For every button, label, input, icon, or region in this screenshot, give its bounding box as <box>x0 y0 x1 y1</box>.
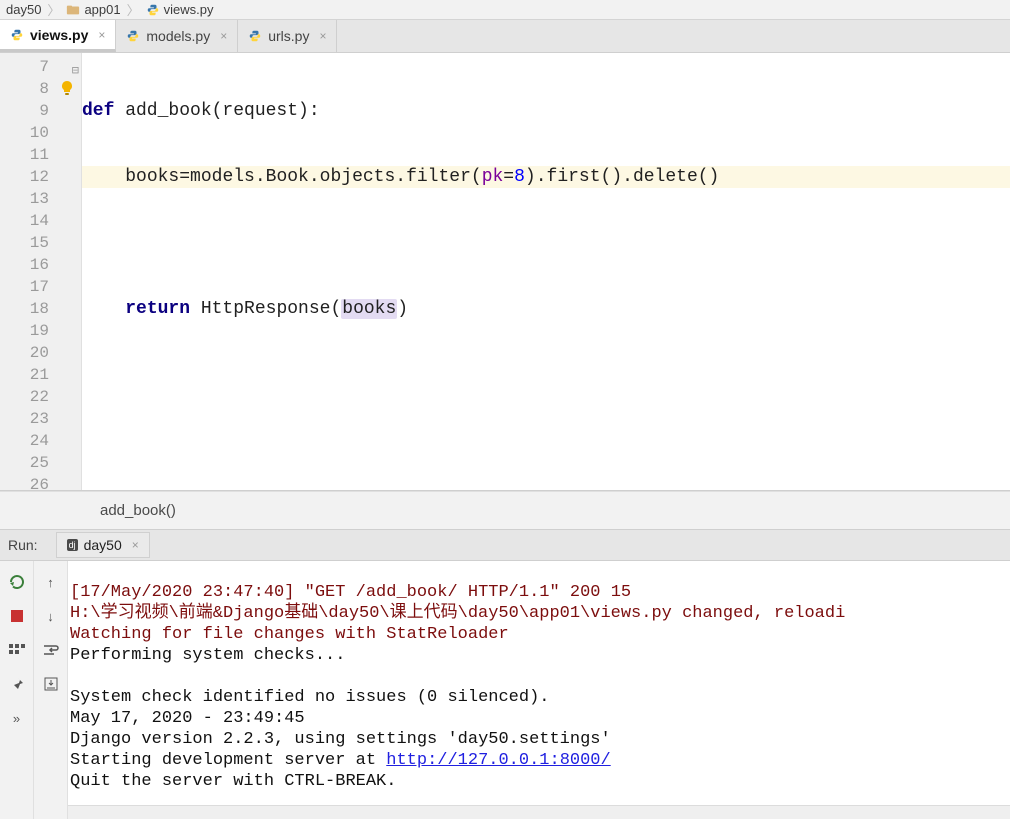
line-number: 16 <box>0 254 81 276</box>
run-config-name: day50 <box>84 537 122 553</box>
line-number: 22 <box>0 386 81 408</box>
django-icon: dj <box>67 539 78 551</box>
code-line: books=models.Book.objects.filter(pk=8).f… <box>82 166 1010 188</box>
tab-views[interactable]: views.py × <box>0 20 116 52</box>
line-number: 23 <box>0 408 81 430</box>
run-label: Run: <box>0 537 46 553</box>
close-icon[interactable]: × <box>319 29 326 43</box>
horizontal-scrollbar[interactable] <box>68 805 1010 819</box>
run-toolbar-left: » <box>0 561 34 819</box>
line-number: 20 <box>0 342 81 364</box>
breadcrumb: day50 〉 app01 〉 views.py <box>0 0 1010 20</box>
console-line: Watching for file changes with StatReloa… <box>70 625 509 644</box>
console-line: Starting development server at http://12… <box>70 751 611 770</box>
line-number: 10 <box>0 122 81 144</box>
tab-label: urls.py <box>268 28 309 44</box>
close-icon[interactable]: × <box>98 28 105 42</box>
breadcrumb-text: views.py <box>164 2 214 17</box>
run-toolwindow-header: Run: dj day50 × <box>0 529 1010 561</box>
python-file-icon <box>248 29 262 43</box>
line-number: 14 <box>0 210 81 232</box>
line-number: 24 <box>0 430 81 452</box>
line-number: 13 <box>0 188 81 210</box>
run-toolwindow: » ↑ ↓ [17/May/2020 23:47:40] "GET /add_b… <box>0 561 1010 819</box>
close-icon[interactable]: × <box>220 29 227 43</box>
line-number: 25 <box>0 452 81 474</box>
code-line: def add_book(request): <box>82 100 1010 122</box>
console-line: Django version 2.2.3, using settings 'da… <box>70 730 611 749</box>
line-number: 21 <box>0 364 81 386</box>
rerun-button[interactable] <box>6 571 28 593</box>
down-button[interactable]: ↓ <box>40 605 62 627</box>
server-url-link[interactable]: http://127.0.0.1:8000/ <box>386 751 610 770</box>
breadcrumb-text: app01 <box>84 2 120 17</box>
python-file-icon <box>126 29 140 43</box>
context-bar: add_book() <box>0 491 1010 529</box>
line-number: 26 <box>0 474 81 496</box>
breadcrumb-item[interactable]: day50 <box>6 2 41 17</box>
more-button[interactable]: » <box>6 707 28 729</box>
tab-label: models.py <box>146 28 210 44</box>
tab-urls[interactable]: urls.py × <box>238 20 337 52</box>
code-line <box>82 232 1010 254</box>
pin-button[interactable] <box>6 673 28 695</box>
soft-wrap-button[interactable] <box>40 639 62 661</box>
console-line: Quit the server with CTRL-BREAK. <box>70 772 396 791</box>
python-file-icon <box>146 3 160 17</box>
folder-icon <box>66 3 80 17</box>
chevron-right-icon: 〉 <box>47 0 60 19</box>
console-line: H:\学习视频\前端&Django基础\day50\课上代码\day50\app… <box>70 604 845 623</box>
console-line: Performing system checks... <box>70 646 345 665</box>
run-toolbar-right: ↑ ↓ <box>34 561 68 819</box>
console-output[interactable]: [17/May/2020 23:47:40] "GET /add_book/ H… <box>68 561 1010 805</box>
line-number: 12 <box>0 166 81 188</box>
tab-models[interactable]: models.py × <box>116 20 238 52</box>
scroll-end-button[interactable] <box>40 673 62 695</box>
console-line: May 17, 2020 - 23:49:45 <box>70 709 305 728</box>
line-number: 11 <box>0 144 81 166</box>
code-area[interactable]: def add_book(request): books=models.Book… <box>82 53 1010 490</box>
gutter: 7⊟ 8 9 10 11 12 13 14 15 16 17 18 19 20 … <box>0 53 82 490</box>
breadcrumb-item[interactable]: views.py <box>146 2 214 17</box>
layout-button[interactable] <box>6 639 28 661</box>
python-file-icon <box>10 28 24 42</box>
line-number: 17 <box>0 276 81 298</box>
line-number: 19 <box>0 320 81 342</box>
tab-label: views.py <box>30 27 88 43</box>
code-line: return HttpResponse(books) <box>82 298 1010 320</box>
breadcrumb-text: day50 <box>6 2 41 17</box>
chevron-right-icon: 〉 <box>127 0 140 19</box>
context-label: add_book() <box>100 502 176 519</box>
close-icon[interactable]: × <box>132 538 139 552</box>
code-editor[interactable]: 7⊟ 8 9 10 11 12 13 14 15 16 17 18 19 20 … <box>0 53 1010 491</box>
line-number: 7⊟ <box>0 56 81 78</box>
run-config-tab[interactable]: dj day50 × <box>56 532 150 558</box>
line-number: 9 <box>0 100 81 122</box>
console-line: System check identified no issues (0 sil… <box>70 688 549 707</box>
editor-tabs: views.py × models.py × urls.py × <box>0 20 1010 53</box>
stop-button[interactable] <box>6 605 28 627</box>
line-number: 18 <box>0 298 81 320</box>
console-line: [17/May/2020 23:47:40] "GET /add_book/ H… <box>70 583 631 602</box>
breadcrumb-item[interactable]: app01 <box>66 2 120 17</box>
line-number: 8 <box>0 78 81 100</box>
up-button[interactable]: ↑ <box>40 571 62 593</box>
line-number: 15 <box>0 232 81 254</box>
